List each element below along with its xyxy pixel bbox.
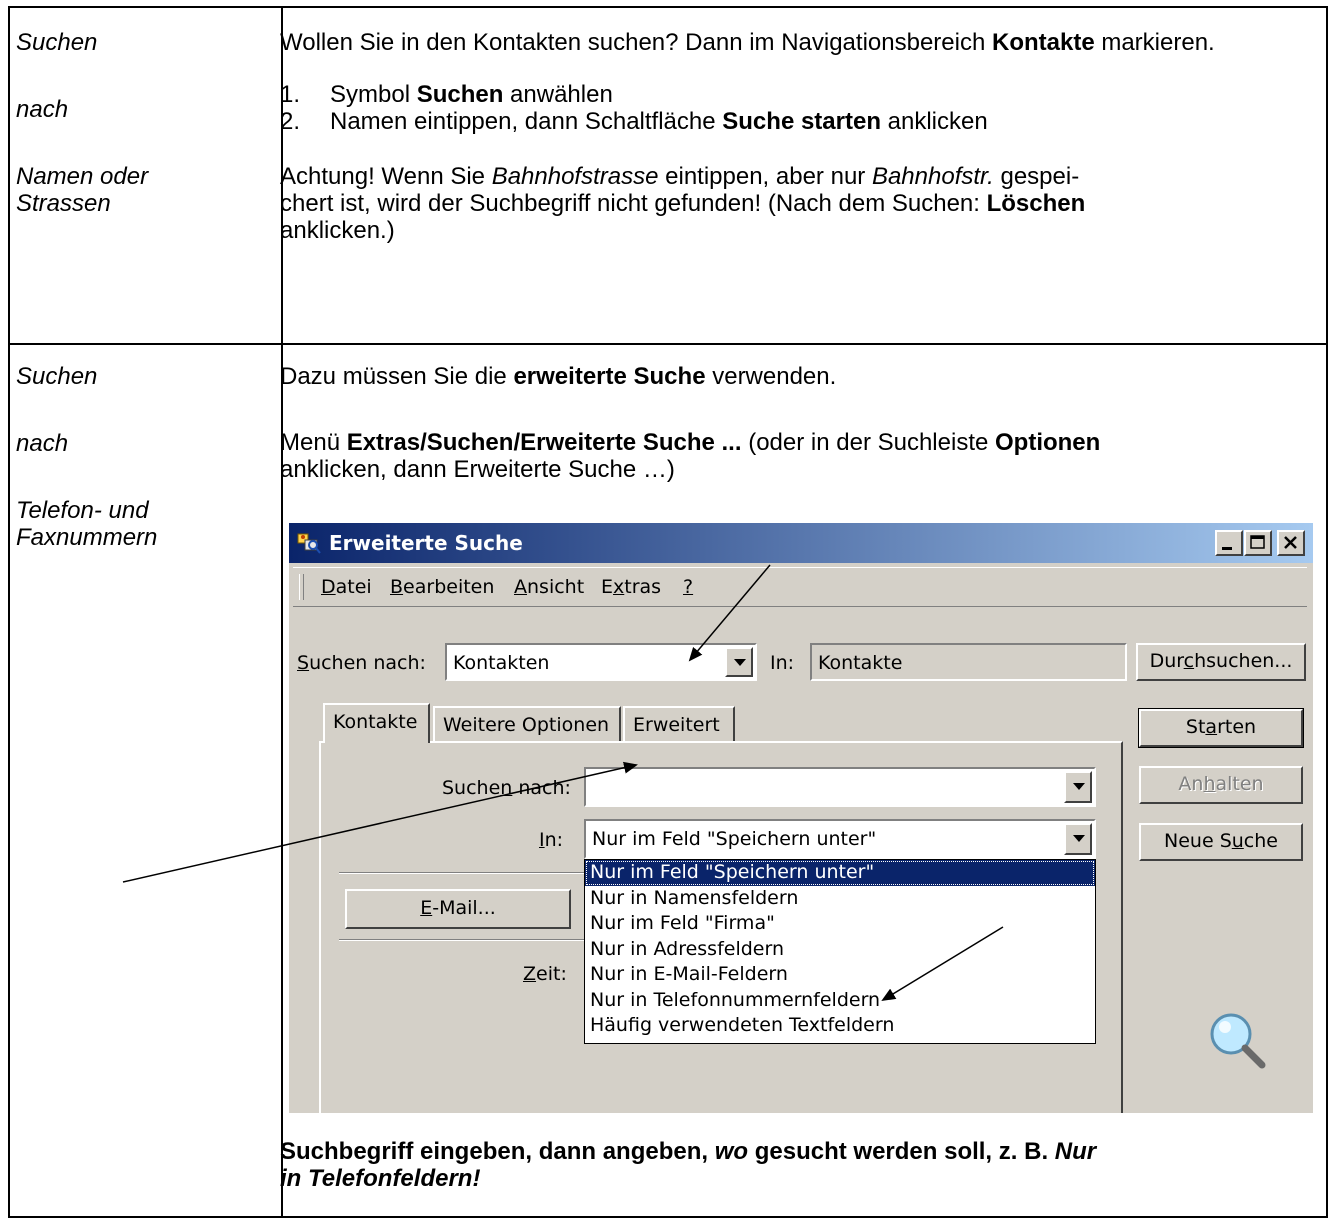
row2-topic: Suchen nach Telefon- und Faxnummern bbox=[16, 363, 157, 551]
menu-bearbeiten[interactable]: Bearbeiten bbox=[390, 576, 494, 598]
maximize-icon bbox=[1250, 535, 1265, 549]
menu-datei[interactable]: Datei bbox=[321, 576, 372, 598]
in-field-dropdown-button[interactable] bbox=[1064, 823, 1092, 855]
menu-extras[interactable]: Extras bbox=[601, 576, 661, 598]
dropdown-option[interactable]: Nur in Telefonnummernfeldern bbox=[585, 988, 1095, 1014]
search-for-label: Suchen nach: bbox=[297, 652, 426, 674]
steps-list: 1. Symbol Suchen anwählen 2. Namen eintipp… bbox=[280, 81, 1310, 135]
topic-line: nach bbox=[16, 96, 69, 123]
email-button[interactable]: E-Mail... bbox=[345, 889, 571, 929]
topic-line: Suchen bbox=[16, 29, 98, 56]
search-for-select[interactable]: Kontakten bbox=[445, 643, 757, 681]
close-button[interactable] bbox=[1277, 530, 1305, 556]
separator bbox=[339, 939, 584, 941]
step-item: 2. Namen eintippen, dann Schaltfläche Suc… bbox=[280, 108, 988, 135]
note-paragraph: Achtung! Wenn Sie Bahnhofstrasse eintipp… bbox=[280, 163, 1086, 244]
start-button[interactable]: Starten bbox=[1138, 708, 1304, 748]
minimize-button[interactable] bbox=[1215, 530, 1243, 556]
close-icon bbox=[1284, 536, 1297, 549]
search-term-label: Suchen nach: bbox=[442, 777, 571, 799]
dropdown-option[interactable]: Nur in Adressfeldern bbox=[585, 937, 1095, 963]
separator bbox=[339, 872, 584, 874]
search-term-dropdown-button[interactable] bbox=[1064, 771, 1092, 803]
dropdown-option[interactable]: Nur im Feld "Firma" bbox=[585, 911, 1095, 937]
in-label: In: bbox=[770, 652, 795, 674]
search-term-input[interactable] bbox=[584, 767, 1096, 807]
in-field-dropdown-list: Nur im Feld "Speichern unter" Nur in Nam… bbox=[584, 859, 1096, 1044]
search-for-value: Kontakten bbox=[453, 652, 550, 674]
row1-topic: Suchen nach Namen oder Strassen bbox=[16, 29, 148, 217]
in-field-value: Nur im Feld "Speichern unter" bbox=[592, 828, 877, 850]
tab-weitere-optionen[interactable]: Weitere Optionen bbox=[433, 706, 621, 742]
menu-bar: Datei Bearbeiten Ansicht Extras ? bbox=[293, 567, 1307, 607]
chevron-down-icon bbox=[734, 659, 746, 666]
row-divider bbox=[10, 343, 1326, 345]
topic-line: Suchen bbox=[16, 363, 98, 390]
topic-line: nach bbox=[16, 430, 69, 457]
intro-paragraph: Wollen Sie in den Kontakten suchen? Dann… bbox=[280, 29, 1215, 56]
chevron-down-icon bbox=[1073, 783, 1085, 790]
chevron-down-icon bbox=[1073, 835, 1085, 842]
tab-kontakte[interactable]: Kontakte bbox=[323, 703, 430, 743]
dialog-title: Erweiterte Suche bbox=[329, 531, 523, 555]
new-search-button[interactable]: Neue Suche bbox=[1139, 823, 1303, 861]
advanced-search-dialog: Erweiterte Suche Datei Bearbeiten Ansich… bbox=[289, 523, 1313, 1113]
row1-content: Wollen Sie in den Kontakten suchen? Dann… bbox=[280, 29, 1310, 244]
topic-line: Strassen bbox=[16, 190, 111, 217]
dropdown-option[interactable]: Nur in E-Mail-Feldern bbox=[585, 962, 1095, 988]
topic-line: Telefon- und bbox=[16, 497, 149, 524]
topic-line: Faxnummern bbox=[16, 524, 158, 551]
minimize-icon bbox=[1222, 547, 1232, 550]
title-bar[interactable]: Erweiterte Suche bbox=[289, 523, 1313, 563]
step-item: 1. Symbol Suchen anwählen bbox=[280, 81, 613, 108]
footer-paragraph: Suchbegriff eingeben, dann angeben, wo g… bbox=[280, 1138, 1097, 1192]
browse-button[interactable]: Durchsuchen... bbox=[1136, 643, 1306, 681]
time-label: Zeit: bbox=[523, 963, 567, 985]
intro-paragraph: Dazu müssen Sie die erweiterte Suche ver… bbox=[280, 363, 837, 390]
in-field-select[interactable]: Nur im Feld "Speichern unter" bbox=[584, 819, 1096, 859]
maximize-button[interactable] bbox=[1244, 530, 1272, 556]
menu-path-paragraph: Menü Extras/Suchen/Erweiterte Suche ... … bbox=[280, 429, 1101, 483]
menu-help[interactable]: ? bbox=[683, 576, 693, 598]
contacts-search-icon bbox=[297, 533, 321, 554]
dropdown-option[interactable]: Nur in Namensfeldern bbox=[585, 886, 1095, 912]
dropdown-option[interactable]: Häufig verwendeten Textfeldern bbox=[585, 1013, 1095, 1039]
tab-erweitert[interactable]: Erweitert bbox=[623, 706, 735, 742]
stop-button[interactable]: Anhalten bbox=[1139, 766, 1303, 804]
in-folder-field: Kontakte bbox=[810, 643, 1127, 681]
row2-content: Dazu müssen Sie die erweiterte Suche ver… bbox=[280, 363, 1310, 483]
in-folder-value: Kontakte bbox=[818, 652, 903, 674]
in-field-label: In: bbox=[539, 829, 564, 851]
topic-line: Namen oder bbox=[16, 163, 149, 190]
dropdown-option[interactable]: Nur im Feld "Speichern unter" bbox=[585, 860, 1095, 886]
toolbar-grip[interactable] bbox=[299, 574, 304, 600]
search-for-dropdown-button[interactable] bbox=[725, 647, 753, 677]
magnifier-icon bbox=[1210, 1013, 1266, 1069]
menu-ansicht[interactable]: Ansicht bbox=[514, 576, 584, 598]
